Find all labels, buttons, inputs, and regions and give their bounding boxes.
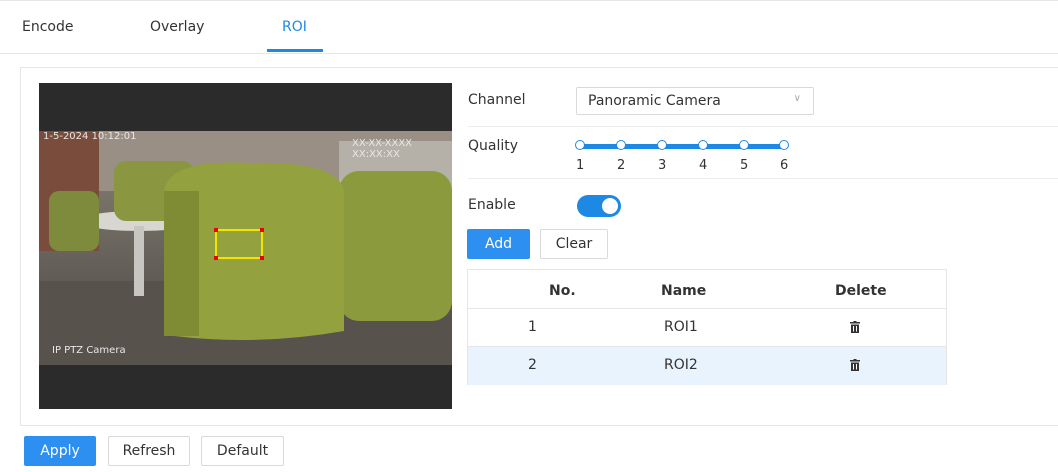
quality-tick: 4 xyxy=(699,158,708,173)
apply-button[interactable]: Apply xyxy=(24,436,96,466)
column-header-no: No. xyxy=(549,283,576,299)
video-preview[interactable]: 1-5-2024 10:12:01 XX-XX-XXXX XX:XX:XX IP… xyxy=(39,83,452,409)
tab-bar: Encode Overlay ROI xyxy=(0,0,1058,54)
quality-slider-stop[interactable] xyxy=(575,140,585,150)
enable-toggle[interactable] xyxy=(577,195,621,217)
roi-handle[interactable] xyxy=(260,256,264,260)
quality-slider-stop[interactable] xyxy=(739,140,749,150)
osd-datetime: XX-XX-XXXX XX:XX:XX xyxy=(352,138,413,160)
quality-tick: 2 xyxy=(617,158,626,173)
channel-label: Channel xyxy=(468,92,526,108)
row-name: ROI2 xyxy=(664,357,698,373)
quality-tick: 6 xyxy=(780,158,789,173)
refresh-button[interactable]: Refresh xyxy=(108,436,190,466)
trash-icon[interactable] xyxy=(850,321,860,333)
toggle-knob xyxy=(602,198,618,214)
chevron-down-icon: ∨ xyxy=(793,93,801,104)
row-name: ROI1 xyxy=(664,319,698,335)
divider xyxy=(468,126,1058,127)
quality-slider-stop[interactable] xyxy=(657,140,667,150)
clear-button[interactable]: Clear xyxy=(540,229,608,259)
channel-select[interactable]: Panoramic Camera ∨ xyxy=(576,87,814,115)
default-button[interactable]: Default xyxy=(201,436,284,466)
quality-slider-stop[interactable] xyxy=(616,140,626,150)
tab-overlay[interactable]: Overlay xyxy=(150,19,204,35)
roi-handle[interactable] xyxy=(260,228,264,232)
quality-tick: 3 xyxy=(658,158,667,173)
table-row[interactable]: 2 ROI2 xyxy=(468,346,946,385)
osd-timestamp: 1-5-2024 10:12:01 xyxy=(43,131,137,142)
row-number: 2 xyxy=(528,357,537,373)
tab-roi[interactable]: ROI xyxy=(282,19,307,35)
active-tab-indicator xyxy=(267,49,323,52)
quality-tick: 1 xyxy=(576,158,585,173)
tab-encode[interactable]: Encode xyxy=(22,19,73,35)
quality-tick: 5 xyxy=(740,158,749,173)
roi-table: No. Name Delete 1 ROI1 2 ROI2 xyxy=(467,269,947,385)
trash-icon[interactable] xyxy=(850,359,860,371)
quality-slider-stop[interactable] xyxy=(698,140,708,150)
divider xyxy=(468,178,1058,179)
row-number: 1 xyxy=(528,319,537,335)
quality-label: Quality xyxy=(468,138,519,154)
add-button[interactable]: Add xyxy=(467,229,530,259)
column-header-name: Name xyxy=(661,283,707,299)
roi-region-box[interactable] xyxy=(214,228,264,260)
enable-label: Enable xyxy=(468,197,516,213)
quality-slider-track[interactable] xyxy=(580,144,784,149)
roi-handle[interactable] xyxy=(214,228,218,232)
channel-select-value: Panoramic Camera xyxy=(588,93,721,109)
table-row[interactable]: 1 ROI1 xyxy=(468,308,946,347)
roi-handle[interactable] xyxy=(214,256,218,260)
quality-slider-handle[interactable] xyxy=(779,140,789,150)
column-header-delete: Delete xyxy=(835,283,887,299)
osd-camera-name: IP PTZ Camera xyxy=(52,345,126,356)
